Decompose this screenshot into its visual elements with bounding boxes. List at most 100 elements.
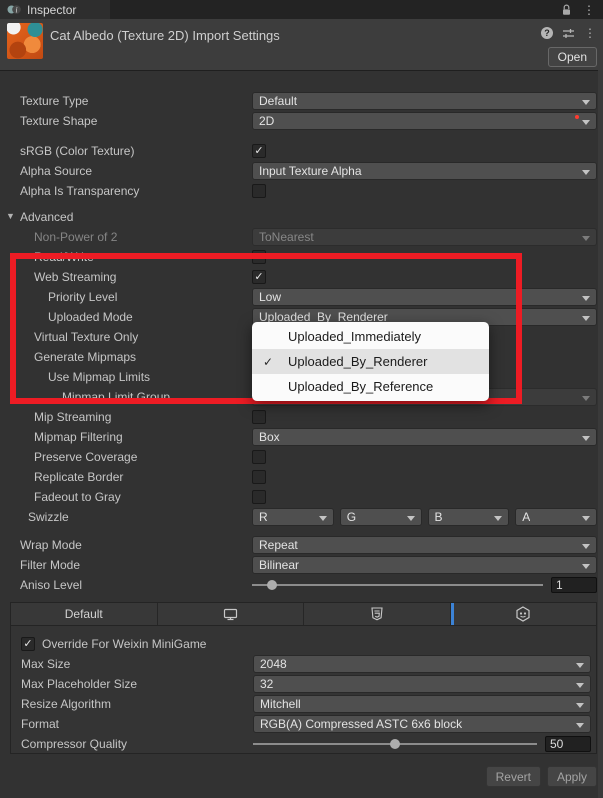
compressor-quality-slider-group: 50 [253, 735, 591, 753]
preserve-coverage-label: Preserve Coverage [34, 450, 137, 464]
revert-button[interactable]: Revert [486, 766, 541, 787]
tab-menu-icon[interactable]: ⋮ [583, 4, 595, 16]
wrap-mode-control: Repeat [252, 536, 597, 554]
platform-tab-standalone[interactable] [158, 603, 305, 625]
format-control: RGB(A) Compressed ASTC 6x6 block [253, 715, 591, 733]
resize-algorithm-dropdown[interactable]: Mitchell [253, 695, 591, 713]
slider-handle[interactable] [267, 580, 277, 590]
fadeout-to-gray-checkbox[interactable] [252, 490, 266, 504]
platform-tab-weixin-minigame[interactable] [451, 603, 597, 625]
format-label: Format [21, 717, 59, 731]
preserve-coverage-checkbox[interactable] [252, 450, 266, 464]
alpha-is-transparency-checkbox[interactable] [252, 184, 266, 198]
chevron-down-icon [576, 663, 584, 668]
scrollbar-track[interactable] [598, 70, 603, 798]
filter-mode-control: Bilinear [252, 556, 597, 574]
popup-item-uploaded_immediately[interactable]: Uploaded_Immediately [252, 324, 489, 349]
read-write-control [252, 248, 597, 266]
compressor-quality-value-field[interactable]: 50 [545, 736, 591, 752]
non-power-of-2-row: Non-Power of 2 ToNearest [0, 227, 603, 247]
max-placeholder-size-dropdown[interactable]: 32 [253, 675, 591, 693]
resize-algorithm-row: Resize AlgorithmMitchell [11, 694, 596, 714]
swizzle-b-dropdown[interactable]: B [428, 508, 510, 526]
settings-section-4: Wrap ModeRepeatFilter ModeBilinearAniso … [0, 535, 603, 595]
max-size-dropdown[interactable]: 2048 [253, 655, 591, 673]
priority-level-dropdown[interactable]: Low [252, 288, 597, 306]
slider-handle[interactable] [390, 739, 400, 749]
settings-section-2: sRGB (Color Texture)✓Alpha SourceInput T… [0, 141, 603, 201]
non-power-of-2-label: Non-Power of 2 [34, 230, 117, 244]
max-size-dropdown-value: 2048 [260, 657, 287, 671]
read-write-checkbox[interactable] [252, 250, 266, 264]
import-settings-header: Cat Albedo (Texture 2D) Import Settings … [0, 19, 603, 71]
aniso-level-label: Aniso Level [20, 578, 82, 592]
uploaded-mode-label: Uploaded Mode [48, 310, 133, 324]
texture-shape-control: 2D [252, 112, 597, 130]
chevron-down-icon [582, 170, 590, 175]
max-size-row: Max Size2048 [11, 654, 596, 674]
help-icon[interactable]: ? [541, 27, 553, 39]
swizzle-label: Swizzle [28, 510, 69, 524]
popup-item-uploaded_by_reference[interactable]: Uploaded_By_Reference [252, 374, 489, 399]
swizzle-r-dropdown[interactable]: R [252, 508, 334, 526]
texture-shape-dropdown[interactable]: 2D [252, 112, 597, 130]
texture-shape-label: Texture Shape [20, 114, 97, 128]
filter-mode-dropdown[interactable]: Bilinear [252, 556, 597, 574]
slider-track [252, 584, 543, 586]
foldout-arrow-icon: ▼ [6, 211, 15, 221]
mipmap-filtering-dropdown[interactable]: Box [252, 428, 597, 446]
platform-tab-webgl[interactable] [304, 603, 451, 625]
swizzle-g-dropdown[interactable]: G [340, 508, 422, 526]
chevron-down-icon [582, 296, 590, 301]
open-button[interactable]: Open [548, 47, 597, 67]
popup-item-uploaded_by_renderer[interactable]: ✓Uploaded_By_Renderer [252, 349, 489, 374]
texture-thumbnail [7, 23, 43, 59]
alpha-source-dropdown-value: Input Texture Alpha [259, 164, 362, 178]
format-dropdown[interactable]: RGB(A) Compressed ASTC 6x6 block [253, 715, 591, 733]
aniso-level-slider[interactable] [252, 576, 543, 594]
html5-icon [371, 607, 383, 621]
apply-button[interactable]: Apply [547, 766, 597, 787]
svg-text:i: i [15, 5, 17, 14]
texture-type-dropdown[interactable]: Default [252, 92, 597, 110]
replicate-border-checkbox[interactable] [252, 470, 266, 484]
compressor-quality-slider[interactable] [253, 735, 537, 753]
chevron-down-icon [576, 683, 584, 688]
replicate-border-row: Replicate Border [0, 467, 603, 487]
srgb-color-texture-control: ✓ [252, 142, 597, 160]
inspector-tab[interactable]: i Inspector [0, 0, 110, 19]
swizzle-a-dropdown[interactable]: A [515, 508, 597, 526]
advanced-row[interactable]: ▼Advanced [0, 207, 603, 227]
web-streaming-checkbox[interactable]: ✓ [252, 270, 266, 284]
mip-streaming-control [252, 408, 597, 426]
mip-streaming-checkbox[interactable] [252, 410, 266, 424]
platform-tab-default-label: Default [65, 607, 103, 621]
filter-mode-label: Filter Mode [20, 558, 80, 572]
header-menu-icon[interactable]: ⋮ [584, 27, 596, 39]
presets-icon[interactable] [562, 28, 575, 39]
aniso-level-value-field[interactable]: 1 [551, 577, 597, 593]
monitor-icon [223, 608, 238, 621]
texture-shape-dropdown-value: 2D [259, 114, 274, 128]
fadeout-to-gray-label: Fadeout to Gray [34, 490, 121, 504]
chevron-down-icon [582, 436, 590, 441]
inspector-icon: i [7, 3, 22, 16]
non-power-of-2-dropdown[interactable]: ToNearest [252, 228, 597, 246]
compressor-quality-row: Compressor Quality50 [11, 734, 596, 754]
aniso-level-slider-group: 1 [252, 576, 597, 594]
mipmap-limit-group-label: Mipmap Limit Group [62, 390, 170, 404]
max-size-control: 2048 [253, 655, 591, 673]
swizzle-row: Swizzle RGBA [0, 507, 603, 527]
texture-type-row: Texture TypeDefault [0, 91, 603, 111]
wrap-mode-dropdown[interactable]: Repeat [252, 536, 597, 554]
wechat-minigame-icon [515, 606, 531, 622]
mip-streaming-row: Mip Streaming [0, 407, 603, 427]
wrap-mode-dropdown-value: Repeat [259, 538, 298, 552]
virtual-texture-only-label: Virtual Texture Only [34, 330, 138, 344]
platform-tab-default[interactable]: Default [11, 603, 158, 625]
override-weixin-minigame-checkbox[interactable]: ✓ [21, 637, 35, 651]
replicate-border-label: Replicate Border [34, 470, 123, 484]
srgb-color-texture-checkbox[interactable]: ✓ [252, 144, 266, 158]
lock-icon[interactable] [561, 4, 572, 16]
alpha-source-dropdown[interactable]: Input Texture Alpha [252, 162, 597, 180]
